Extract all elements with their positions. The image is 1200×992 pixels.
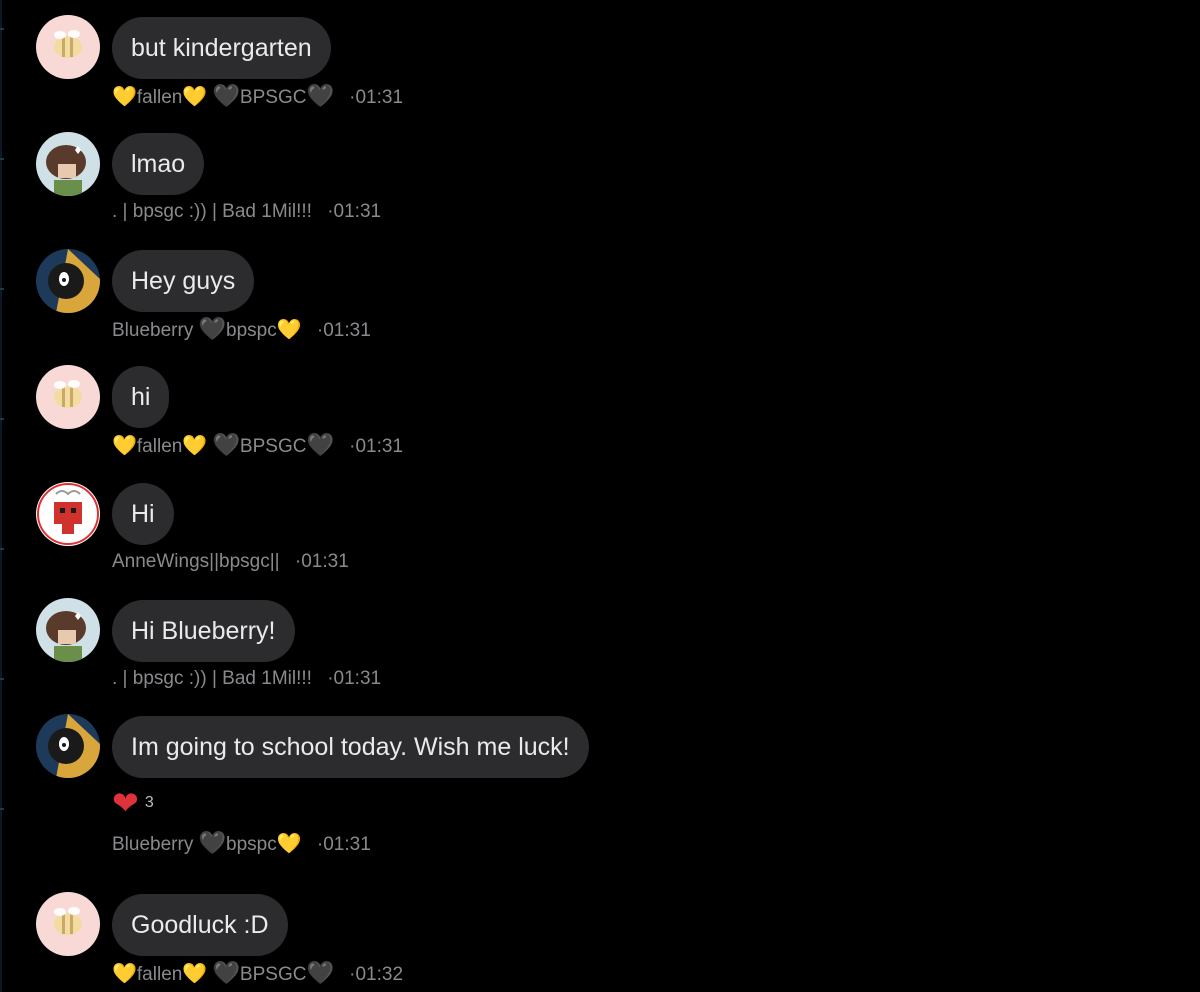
edge-tick [0, 808, 4, 810]
sender-tag: BPSGC [239, 87, 307, 108]
black-heart-icon: 🖤 [212, 83, 240, 108]
yellow-heart-icon: 💛 [276, 319, 302, 341]
sender-tag: bpspc [226, 320, 277, 341]
sender-name[interactable]: fallen [137, 964, 182, 985]
message-bubble[interactable]: hi [112, 366, 170, 428]
black-heart-icon: 🖤 [306, 960, 334, 985]
edge-tick [0, 678, 4, 680]
avatar-annewings[interactable] [36, 482, 100, 546]
sender-name[interactable]: Blueberry [112, 834, 193, 855]
avatar-fallen[interactable] [36, 892, 100, 956]
black-heart-icon: 🖤 [212, 960, 240, 985]
timestamp: ·01:31 [316, 834, 371, 855]
message-meta: 💛fallen💛 🖤BPSGC🖤 ·01:32 [112, 960, 403, 986]
message-bubble[interactable]: Hey guys [112, 250, 255, 312]
sender-tag: BPSGC [239, 964, 307, 985]
timestamp: ·01:31 [349, 87, 404, 108]
avatar-blueberry[interactable] [36, 249, 100, 313]
avatar-bpsgc[interactable] [36, 598, 100, 662]
edge-tick [0, 548, 4, 550]
black-heart-icon: 🖤 [198, 830, 227, 855]
sender-name[interactable]: fallen [137, 87, 182, 108]
black-heart-icon: 🖤 [198, 316, 227, 341]
edge-tick [0, 28, 4, 30]
edge-tick [0, 418, 4, 420]
message-meta: Blueberry 🖤bpspc💛 ·01:31 [112, 316, 371, 342]
black-heart-icon: 🖤 [212, 432, 240, 457]
avatar-bpsgc[interactable] [36, 132, 100, 196]
reaction-badge[interactable]: ❤ 3 [112, 785, 154, 821]
bee-avatar-icon [36, 365, 100, 429]
yellow-heart-icon: 💛 [112, 435, 137, 457]
sender-name[interactable]: . | bpsgc :)) | Bad 1Mil!!! [112, 668, 312, 689]
blueberry-avatar-icon [36, 249, 100, 313]
message-bubble[interactable]: Im going to school today. Wish me luck! [112, 716, 589, 778]
avatar-fallen[interactable] [36, 15, 100, 79]
red-heart-icon: ❤ [112, 785, 139, 821]
edge-tick [0, 158, 4, 160]
black-heart-icon: 🖤 [306, 83, 334, 108]
timestamp: ·01:31 [349, 436, 404, 457]
sender-name[interactable]: . | bpsgc :)) | Bad 1Mil!!! [112, 201, 312, 222]
timestamp: ·01:31 [327, 668, 382, 689]
character-avatar-icon [36, 598, 100, 662]
message-meta: AnneWings||bpsgc|| ·01:31 [112, 549, 349, 575]
yellow-heart-icon: 💛 [182, 963, 208, 985]
character-avatar-icon [36, 132, 100, 196]
message-bubble[interactable]: Goodluck :D [112, 894, 288, 956]
sender-tag: bpspc [226, 834, 277, 855]
message-meta: . | bpsgc :)) | Bad 1Mil!!! ·01:31 [112, 666, 381, 692]
message-bubble[interactable]: Hi Blueberry! [112, 600, 295, 662]
avatar-fallen[interactable] [36, 365, 100, 429]
timestamp: ·01:31 [316, 320, 371, 341]
blueberry-avatar-icon [36, 714, 100, 778]
avatar-blueberry[interactable] [36, 714, 100, 778]
yellow-heart-icon: 💛 [112, 86, 137, 108]
yellow-heart-icon: 💛 [276, 833, 302, 855]
message-bubble[interactable]: lmao [112, 133, 205, 195]
sender-tag: BPSGC [239, 436, 307, 457]
sender-name[interactable]: fallen [137, 436, 182, 457]
bee-avatar-icon [36, 15, 100, 79]
red-robot-avatar-icon [36, 482, 100, 546]
timestamp: ·01:31 [327, 201, 382, 222]
timestamp: ·01:32 [349, 964, 404, 985]
yellow-heart-icon: 💛 [112, 963, 137, 985]
message-bubble[interactable]: but kindergarten [112, 17, 331, 79]
message-bubble[interactable]: Hi [112, 483, 174, 545]
message-meta: 💛fallen💛 🖤BPSGC🖤 ·01:31 [112, 432, 403, 458]
message-meta: 💛fallen💛 🖤BPSGC🖤 ·01:31 [112, 83, 403, 109]
sender-name[interactable]: AnneWings||bpsgc|| [112, 551, 280, 572]
timestamp: ·01:31 [294, 551, 349, 572]
yellow-heart-icon: 💛 [182, 435, 208, 457]
message-meta: . | bpsgc :)) | Bad 1Mil!!! ·01:31 [112, 199, 381, 225]
edge-tick [0, 288, 4, 290]
bee-avatar-icon [36, 892, 100, 956]
black-heart-icon: 🖤 [306, 432, 334, 457]
reaction-count: 3 [144, 794, 154, 811]
yellow-heart-icon: 💛 [182, 86, 208, 108]
left-edge-divider [0, 0, 2, 992]
sender-name[interactable]: Blueberry [112, 320, 193, 341]
message-meta: Blueberry 🖤bpspc💛 ·01:31 [112, 830, 371, 856]
